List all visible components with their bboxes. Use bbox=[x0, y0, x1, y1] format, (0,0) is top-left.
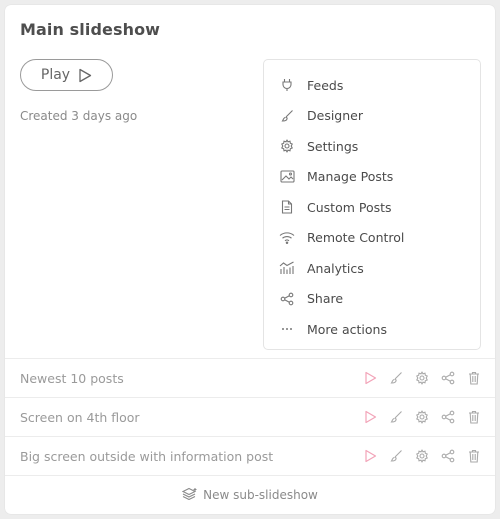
play-icon[interactable] bbox=[362, 370, 378, 386]
brush-icon[interactable] bbox=[388, 370, 404, 386]
play-icon[interactable] bbox=[362, 409, 378, 425]
play-icon[interactable] bbox=[362, 448, 378, 464]
share-icon[interactable] bbox=[440, 448, 456, 464]
menu-item-more-actions[interactable]: More actions bbox=[264, 314, 480, 345]
menu-item-label: Feeds bbox=[307, 77, 344, 93]
trash-icon[interactable] bbox=[466, 448, 482, 464]
play-button-label: Play bbox=[40, 67, 71, 83]
menu-item-settings[interactable]: Settings bbox=[264, 131, 480, 162]
document-icon bbox=[279, 199, 295, 215]
sub-slideshow-row[interactable]: Big screen outside with information post bbox=[5, 436, 495, 475]
brush-icon[interactable] bbox=[388, 448, 404, 464]
menu-item-label: Share bbox=[307, 291, 344, 307]
menu-item-label: Remote Control bbox=[307, 230, 405, 246]
plug-icon bbox=[279, 77, 295, 93]
sub-slideshow-row[interactable]: Screen on 4th floor bbox=[5, 397, 495, 436]
sub-slideshow-name: Big screen outside with information post bbox=[20, 448, 274, 464]
ellipsis-icon bbox=[279, 321, 295, 337]
share-icon[interactable] bbox=[440, 409, 456, 425]
menu-item-feeds[interactable]: Feeds bbox=[264, 70, 480, 101]
new-sub-slideshow-button[interactable]: New sub-slideshow bbox=[5, 475, 495, 514]
menu-item-designer[interactable]: Designer bbox=[264, 101, 480, 132]
slideshow-title: Main slideshow bbox=[20, 20, 161, 39]
gear-icon[interactable] bbox=[414, 409, 430, 425]
row-actions bbox=[362, 370, 482, 386]
menu-item-label: Manage Posts bbox=[307, 169, 394, 185]
menu-item-remote-control[interactable]: Remote Control bbox=[264, 223, 480, 254]
actions-menu: Feeds Designer Settings Manage Posts Cus… bbox=[263, 59, 481, 350]
play-icon bbox=[78, 68, 92, 83]
brush-icon[interactable] bbox=[388, 409, 404, 425]
analytics-icon bbox=[279, 260, 295, 276]
stack-add-icon bbox=[181, 487, 198, 503]
gear-icon bbox=[279, 138, 295, 154]
row-actions bbox=[362, 409, 482, 425]
menu-item-label: Analytics bbox=[307, 260, 364, 276]
created-date: Created 3 days ago bbox=[20, 109, 138, 123]
menu-item-label: Designer bbox=[307, 108, 363, 124]
play-button[interactable]: Play bbox=[20, 59, 113, 91]
brush-icon bbox=[279, 108, 295, 124]
menu-item-label: Custom Posts bbox=[307, 199, 392, 215]
gear-icon[interactable] bbox=[414, 370, 430, 386]
trash-icon[interactable] bbox=[466, 370, 482, 386]
sub-slideshow-row[interactable]: Newest 10 posts bbox=[5, 358, 495, 397]
menu-item-manage-posts[interactable]: Manage Posts bbox=[264, 162, 480, 193]
new-sub-slideshow-label: New sub-slideshow bbox=[203, 488, 318, 502]
sub-slideshow-name: Screen on 4th floor bbox=[20, 409, 140, 425]
sub-slideshow-name: Newest 10 posts bbox=[20, 370, 124, 386]
menu-item-analytics[interactable]: Analytics bbox=[264, 253, 480, 284]
wifi-icon bbox=[279, 230, 295, 246]
share-icon[interactable] bbox=[440, 370, 456, 386]
menu-item-label: More actions bbox=[307, 321, 387, 337]
image-icon bbox=[279, 169, 295, 185]
menu-item-share[interactable]: Share bbox=[264, 284, 480, 315]
gear-icon[interactable] bbox=[414, 448, 430, 464]
trash-icon[interactable] bbox=[466, 409, 482, 425]
row-actions bbox=[362, 448, 482, 464]
slideshow-card: Main slideshow Play Created 3 days ago F… bbox=[5, 5, 495, 514]
menu-item-label: Settings bbox=[307, 138, 359, 154]
menu-item-custom-posts[interactable]: Custom Posts bbox=[264, 192, 480, 223]
share-icon bbox=[279, 291, 295, 307]
